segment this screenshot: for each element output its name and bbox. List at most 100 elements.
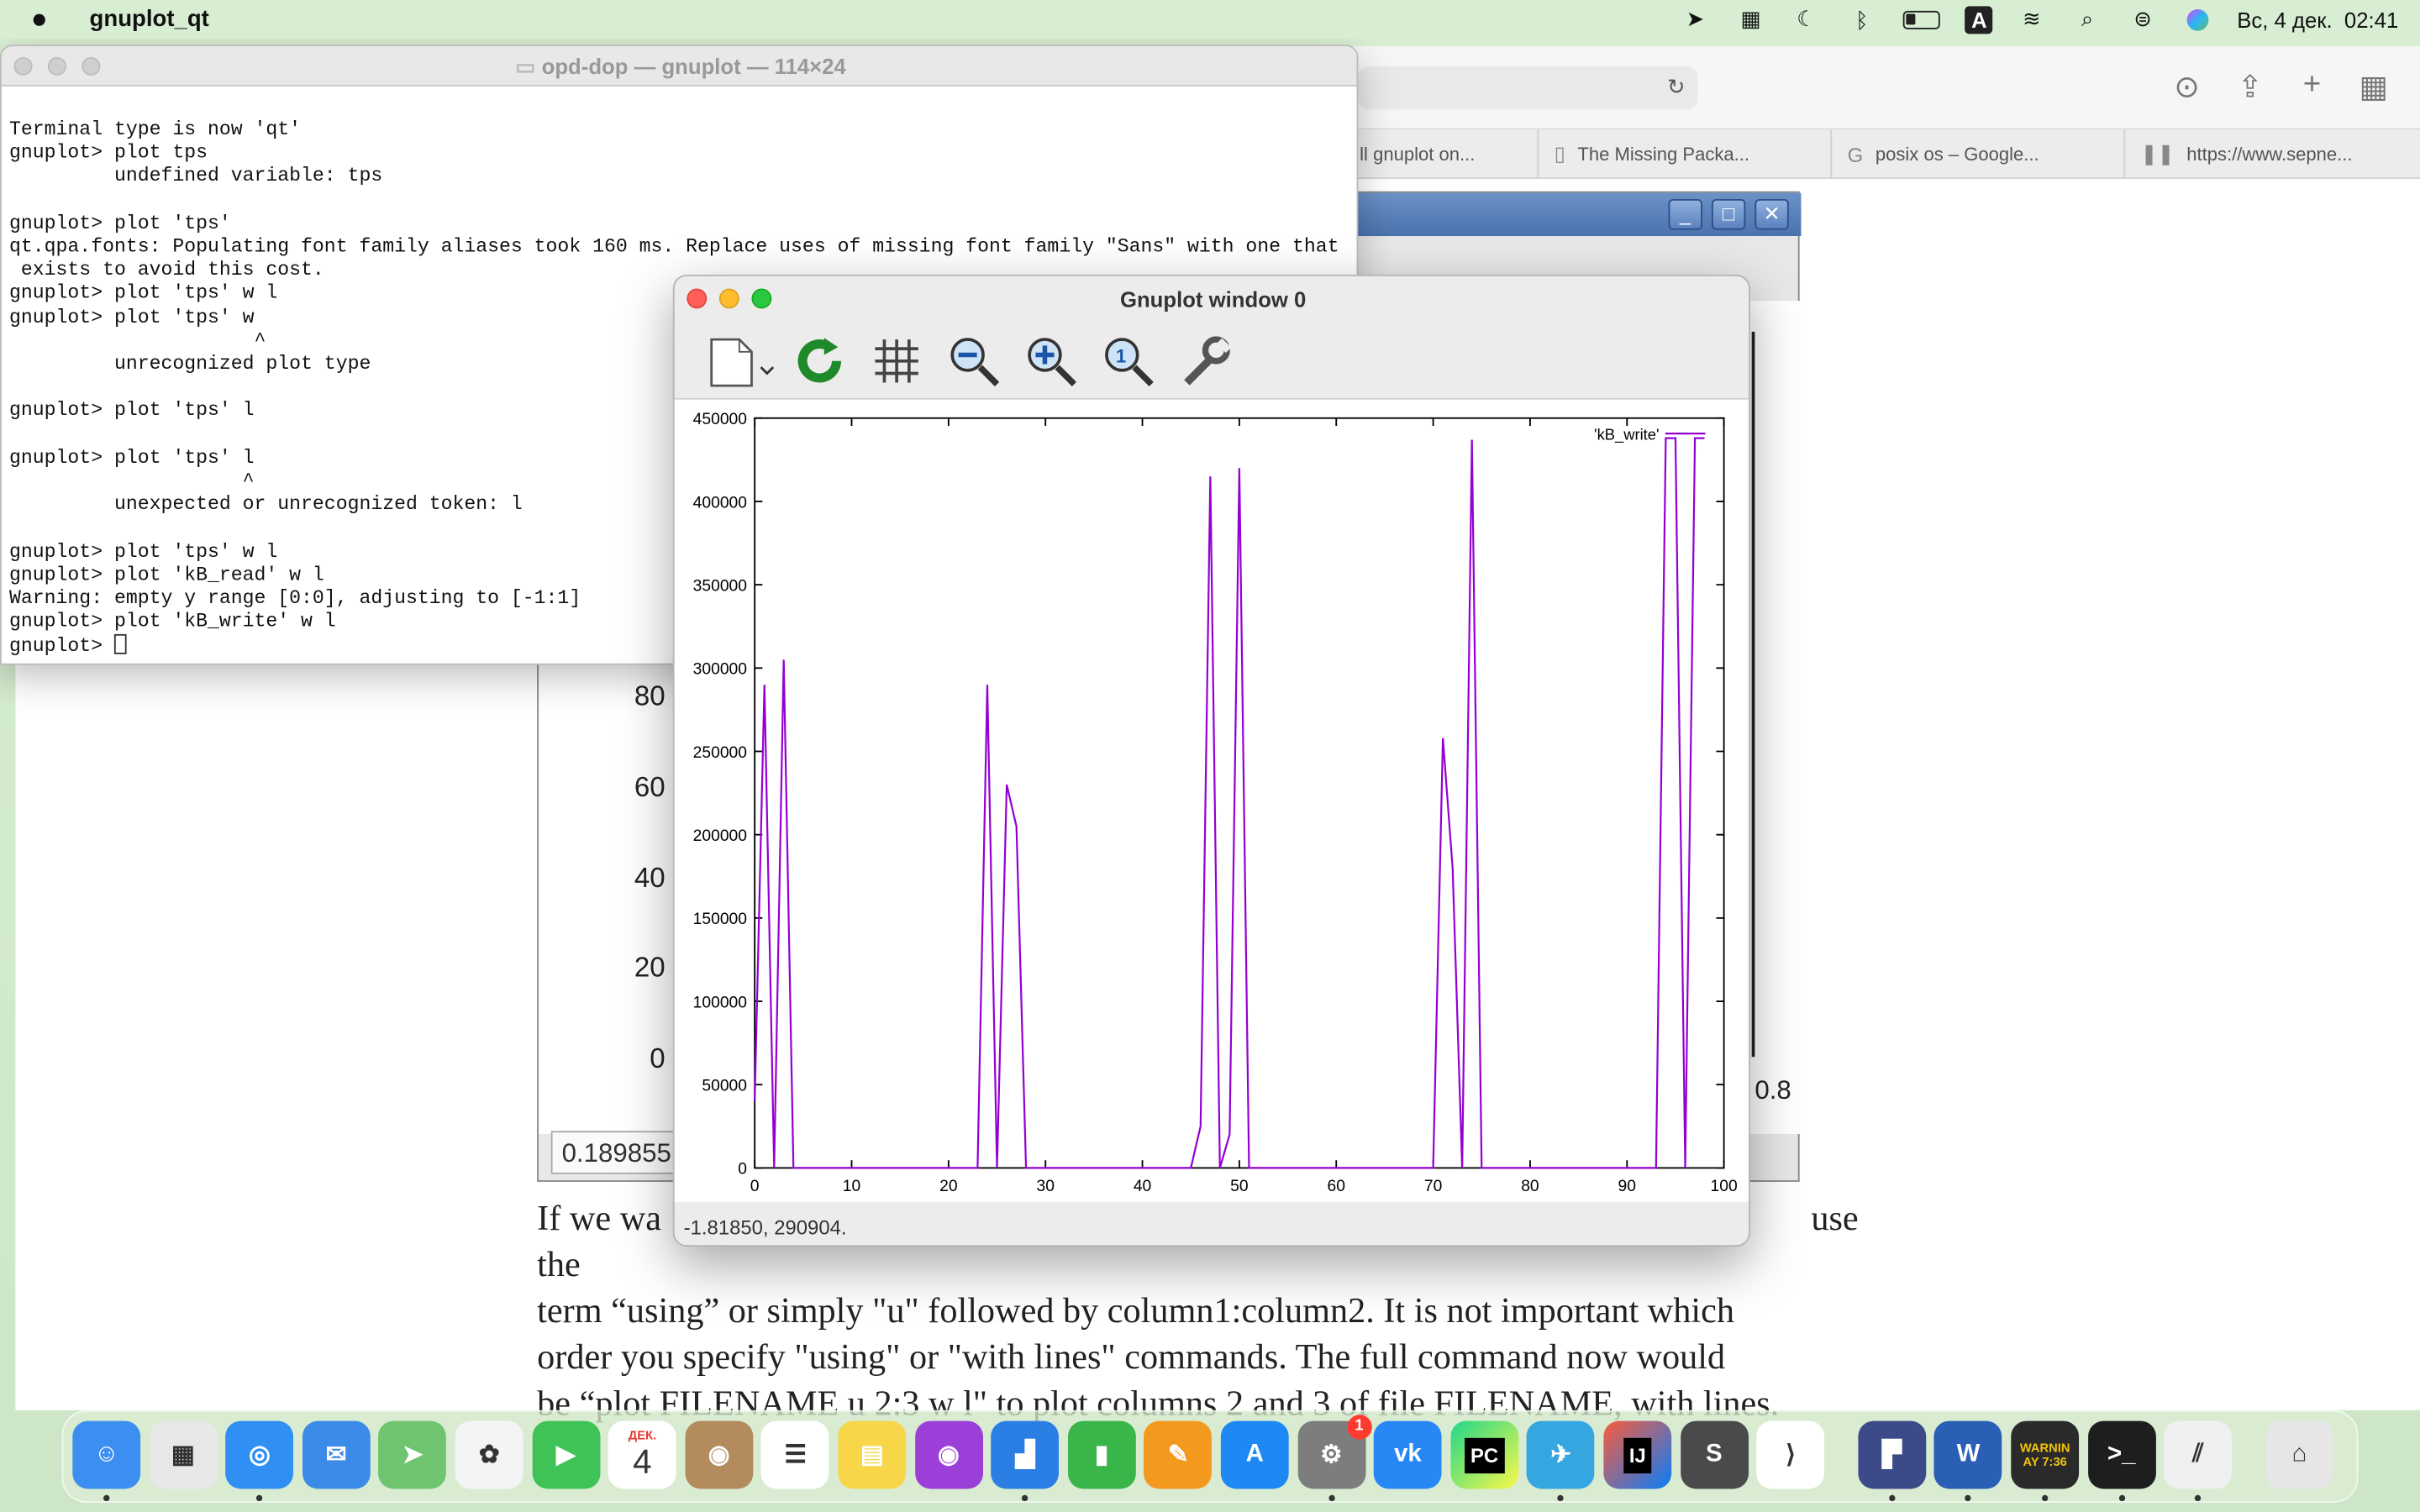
kb-write-chart[interactable]: 0 50000 100000 150000 200000 250000 300000 3500… xyxy=(675,400,1750,1202)
y-tick-label: 80 xyxy=(634,680,666,711)
terminal-line: gnuplot> plot tps xyxy=(9,142,208,165)
facetime-icon[interactable]: ▶ xyxy=(531,1420,600,1489)
downloads-icon[interactable]: ⊙ xyxy=(2165,68,2208,107)
tab-gnuplot[interactable]: ll gnuplot on... xyxy=(1342,129,1537,180)
pages-icon[interactable]: ✎ xyxy=(1144,1420,1213,1489)
settings-wrench-icon[interactable] xyxy=(1177,333,1233,389)
dock-glyph: ◉ xyxy=(938,1442,960,1469)
dock-icon-label: PC xyxy=(1464,1436,1505,1473)
terminal-icon[interactable]: >_ xyxy=(2087,1420,2156,1489)
wifi-icon[interactable]: ≋ xyxy=(2015,5,2049,33)
dock-glyph: ☰ xyxy=(784,1442,807,1469)
zoom-button[interactable] xyxy=(82,56,101,76)
dock-glyph: ▶ xyxy=(556,1442,576,1469)
navigation-icon[interactable]: ➤ xyxy=(1678,5,1712,33)
keynote-icon[interactable]: ▟ xyxy=(991,1420,1060,1489)
replot-icon[interactable] xyxy=(792,333,847,389)
launchpad-icon[interactable]: ▦ xyxy=(149,1420,218,1489)
gnuplot-icon[interactable]: ⫽ xyxy=(2164,1420,2233,1489)
dock-glyph: vk xyxy=(1394,1441,1422,1467)
export-icon[interactable] xyxy=(705,333,776,389)
zoom-button[interactable] xyxy=(751,288,772,309)
calendar-icon[interactable]: ДЕК. 4 xyxy=(608,1420,676,1489)
dock-icon-label: WARNIN AY 7:36 xyxy=(2019,1441,2070,1469)
tab-sepne[interactable]: ❚❚ https://www.sepne... xyxy=(2123,129,2420,180)
safari-icon[interactable]: ◎ xyxy=(225,1420,294,1489)
preview-icon[interactable]: ▛ xyxy=(1858,1420,1926,1489)
battery-icon[interactable] xyxy=(1901,5,1944,33)
pycharm-icon[interactable]: PC xyxy=(1450,1420,1518,1489)
console-icon[interactable]: WARNIN AY 7:36 xyxy=(2011,1420,2080,1489)
input-source-icon[interactable]: A xyxy=(1965,5,1993,34)
dock-glyph: A xyxy=(1245,1441,1264,1467)
x-tick-label: 30 xyxy=(1036,1178,1054,1195)
app-store-icon[interactable]: A xyxy=(1220,1420,1289,1489)
photos-icon[interactable]: ✿ xyxy=(455,1420,523,1489)
zoom-in-icon[interactable] xyxy=(1023,333,1079,389)
notification-badge: 1 xyxy=(1346,1415,1372,1440)
dock: ☺ ▦ ◎ ✉ ➤ ✿ ▶ ДЕК. 4 ◉ ☰ ▤ ◉ ▟ ▮ ✎ A ⚙ 1 vk PC ✈ IJ S ⟩ ▛ W WARNIN … xyxy=(61,1410,2359,1503)
system-settings-icon[interactable]: ⚙ 1 xyxy=(1297,1415,1372,1489)
maximize-icon[interactable]: □ xyxy=(1711,198,1746,230)
minimize-icon[interactable]: _ xyxy=(1668,198,1702,230)
tab-missing-package[interactable]: ▯ The Missing Packa... xyxy=(1537,129,1830,180)
share-icon[interactable]: ⇪ xyxy=(2228,68,2271,107)
clock[interactable]: Вс, 4 дек. 02:41 xyxy=(2237,7,2398,31)
address-bar[interactable]: ↻ xyxy=(1358,66,1698,110)
keyboard-icon[interactable]: ▦ xyxy=(1733,5,1767,33)
podcasts-icon[interactable]: ◉ xyxy=(914,1420,983,1489)
moon-icon[interactable]: ☾ xyxy=(1790,5,1823,33)
folder-icon: ▭ xyxy=(515,54,542,79)
finder-icon[interactable]: ☺ xyxy=(72,1420,141,1489)
close-button[interactable] xyxy=(13,56,33,76)
status-area: ➤ ▦ ☾ ᛒ A ≋ ⌕ ⊜ Вс, 4 дек. 02:41 xyxy=(1678,0,2398,39)
telegram-icon[interactable]: ✈ xyxy=(1527,1420,1596,1489)
new-tab-icon[interactable]: + xyxy=(2291,68,2333,103)
terminal-line: qt.qpa.fonts: Populating font family ali… xyxy=(9,236,1339,258)
contacts-icon[interactable]: ◉ xyxy=(685,1420,753,1489)
sublime-icon[interactable]: S xyxy=(1680,1420,1749,1489)
dock-glyph: ◎ xyxy=(249,1442,271,1469)
dock-icon-label: W xyxy=(1956,1441,1981,1467)
tab-google[interactable]: Gposix os – Google... xyxy=(1830,129,2123,180)
word-icon[interactable]: W xyxy=(1934,1420,2002,1489)
mail-icon[interactable]: ✉ xyxy=(302,1420,371,1489)
y-tick-label: 50000 xyxy=(702,1078,747,1095)
autoscale-icon[interactable]: 1 xyxy=(1101,333,1156,389)
dock-glyph: ✿ xyxy=(478,1442,500,1469)
gnuplot-window[interactable]: Gnuplot window 0 1 0 50000 100000 150000… xyxy=(672,274,1750,1247)
apple-icon[interactable]: ● xyxy=(31,3,65,36)
app-menu[interactable]: gnuplot_qt xyxy=(90,6,209,32)
close-button[interactable] xyxy=(687,288,708,309)
running-indicator xyxy=(256,1494,263,1502)
intellij-icon[interactable]: IJ xyxy=(1603,1420,1672,1489)
siri-icon[interactable] xyxy=(2181,5,2215,33)
dock-icon-label: IJ xyxy=(1623,1436,1653,1473)
bluetooth-icon[interactable]: ᛒ xyxy=(1845,5,1879,33)
spotlight-icon[interactable]: ⌕ xyxy=(2070,5,2104,33)
control-center-icon[interactable]: ⊜ xyxy=(2126,5,2160,33)
page-icon: ❚❚ xyxy=(2140,141,2175,165)
x-tick-label: 90 xyxy=(1618,1178,1636,1195)
terminal-line: Terminal type is now 'qt' xyxy=(9,118,302,141)
numbers-icon[interactable]: ▮ xyxy=(1067,1420,1136,1489)
plot-area[interactable]: 0 50000 100000 150000 200000 250000 300000 3500… xyxy=(674,399,1750,1202)
page-icon: ▯ xyxy=(1554,141,1565,165)
maps-icon[interactable]: ➤ xyxy=(378,1420,447,1489)
reload-icon[interactable]: ↻ xyxy=(1667,74,1686,100)
grid-icon[interactable] xyxy=(869,333,924,389)
zoom-out-icon[interactable] xyxy=(946,333,1002,389)
close-icon[interactable]: ✕ xyxy=(1754,198,1789,230)
y-tick-label: 400000 xyxy=(693,494,747,512)
minimize-button[interactable] xyxy=(47,56,66,76)
trash-icon[interactable]: ⌂ xyxy=(2265,1420,2333,1489)
minimize-button[interactable] xyxy=(718,288,739,309)
vk-icon[interactable]: vk xyxy=(1374,1420,1442,1489)
x-tick-label: 20 xyxy=(939,1178,957,1195)
notes-icon[interactable]: ▤ xyxy=(838,1420,907,1489)
tab-label: The Missing Packa... xyxy=(1577,143,1749,165)
reminders-icon[interactable]: ☰ xyxy=(761,1420,830,1489)
x-tick-label: 80 xyxy=(1521,1178,1539,1195)
vscode-icon[interactable]: ⟩ xyxy=(1756,1420,1825,1489)
tab-overview-icon[interactable]: ▦ xyxy=(2352,68,2395,107)
